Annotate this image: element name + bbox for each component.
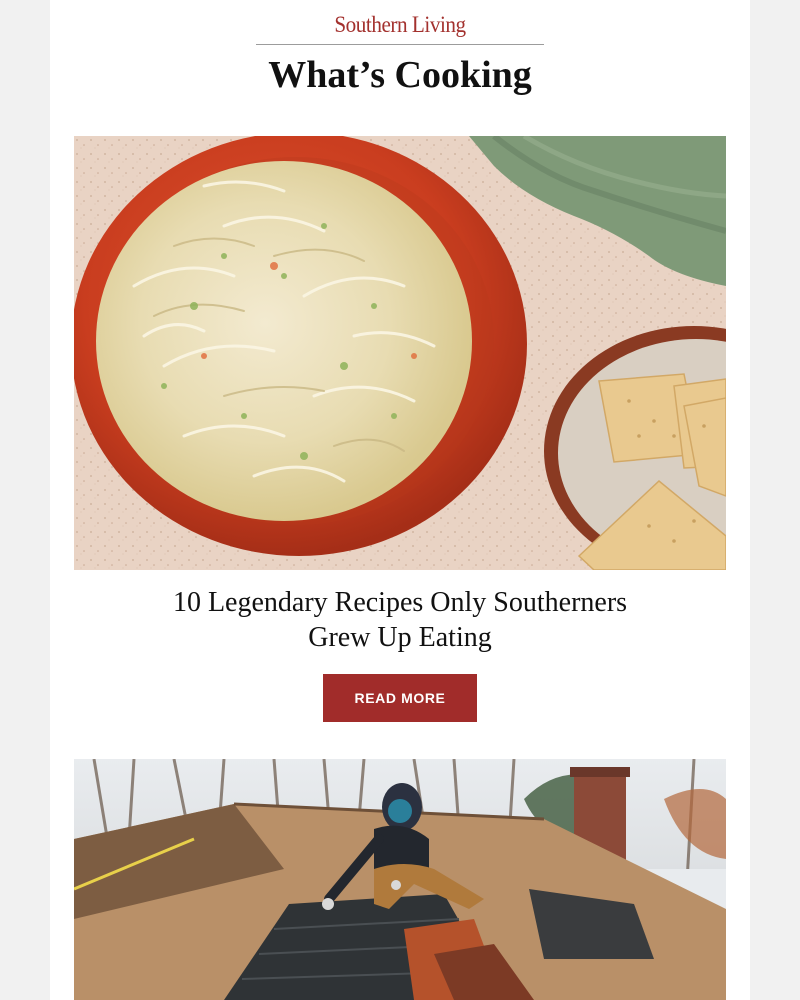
headline-line-1: 10 Legendary Recipes Only Southerners xyxy=(172,587,628,618)
roofing-article-image[interactable] xyxy=(74,759,726,1000)
headline-line-2: Grew Up Eating xyxy=(308,622,492,653)
southern-living-logo[interactable]: Southern Living xyxy=(78,12,722,38)
section-title: What’s Cooking xyxy=(268,54,532,96)
header-divider xyxy=(256,44,544,45)
article-headline[interactable]: 10 Legendary Recipes Only Southerners Gr… xyxy=(80,585,720,655)
email-container: Southern Living What’s Cooking 10 Legend… xyxy=(50,0,750,1000)
read-more-button[interactable]: READ MORE xyxy=(323,674,477,722)
coleslaw-hero-image[interactable] xyxy=(74,136,726,570)
